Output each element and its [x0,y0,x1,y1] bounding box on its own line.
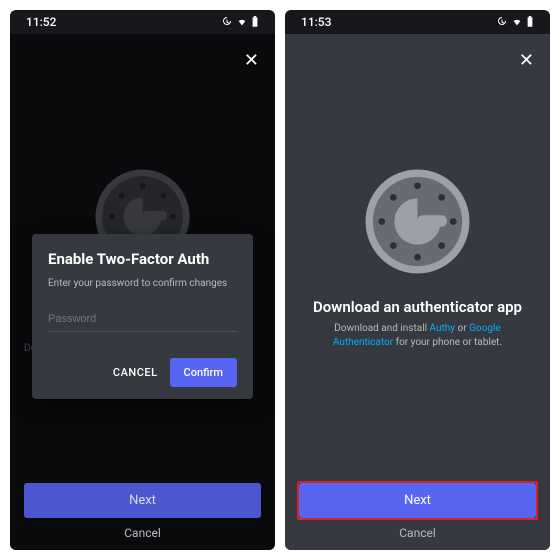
modal-subtitle: Enter your password to confirm changes [48,278,237,289]
next-button[interactable]: Next [299,483,536,518]
phone-right: 11:53 Download an authenticator app Down [285,10,550,550]
next-button[interactable]: Next [24,483,261,518]
status-time: 11:53 [301,15,331,29]
cancel-button[interactable]: Cancel [24,526,261,540]
phone-left: 11:52 Download and install f [10,10,275,550]
status-time: 11:52 [26,15,56,29]
auth-lock-icon [365,169,470,274]
battery-icon [526,16,534,28]
status-icons [221,16,259,28]
wifi-icon [512,17,522,27]
status-icons [496,16,534,28]
battery-icon [251,16,259,28]
status-bar: 11:53 [285,10,550,34]
sub-pre: Download and install [334,323,429,334]
cancel-button[interactable]: Cancel [299,526,536,540]
modal-cancel-button[interactable]: CANCEL [113,366,158,379]
sub-mid: or [455,323,469,334]
page-subtext: Download and install Authy or Google Aut… [299,322,536,350]
screen-content: Download and install for your phone or t… [10,34,275,550]
wifi-icon [237,17,247,27]
sub-post: for your phone or tablet. [393,337,502,348]
dnd-icon [496,16,508,28]
password-input[interactable] [48,309,237,332]
bottom-actions: Next Cancel [24,483,261,540]
dnd-icon [221,16,233,28]
authy-link[interactable]: Authy [430,323,456,334]
enable-2fa-modal: Enable Two-Factor Auth Enter your passwo… [32,234,253,399]
bottom-actions: Next Cancel [299,483,536,540]
status-bar: 11:52 [10,10,275,34]
modal-confirm-button[interactable]: Confirm [170,358,237,387]
modal-title: Enable Two-Factor Auth [48,250,237,268]
page-title: Download an authenticator app [313,298,522,316]
close-icon[interactable]: ✕ [244,52,259,70]
screen-content: Download an authenticator app Download a… [285,34,550,550]
modal-actions: CANCEL Confirm [48,358,237,387]
close-icon[interactable]: ✕ [519,52,534,70]
